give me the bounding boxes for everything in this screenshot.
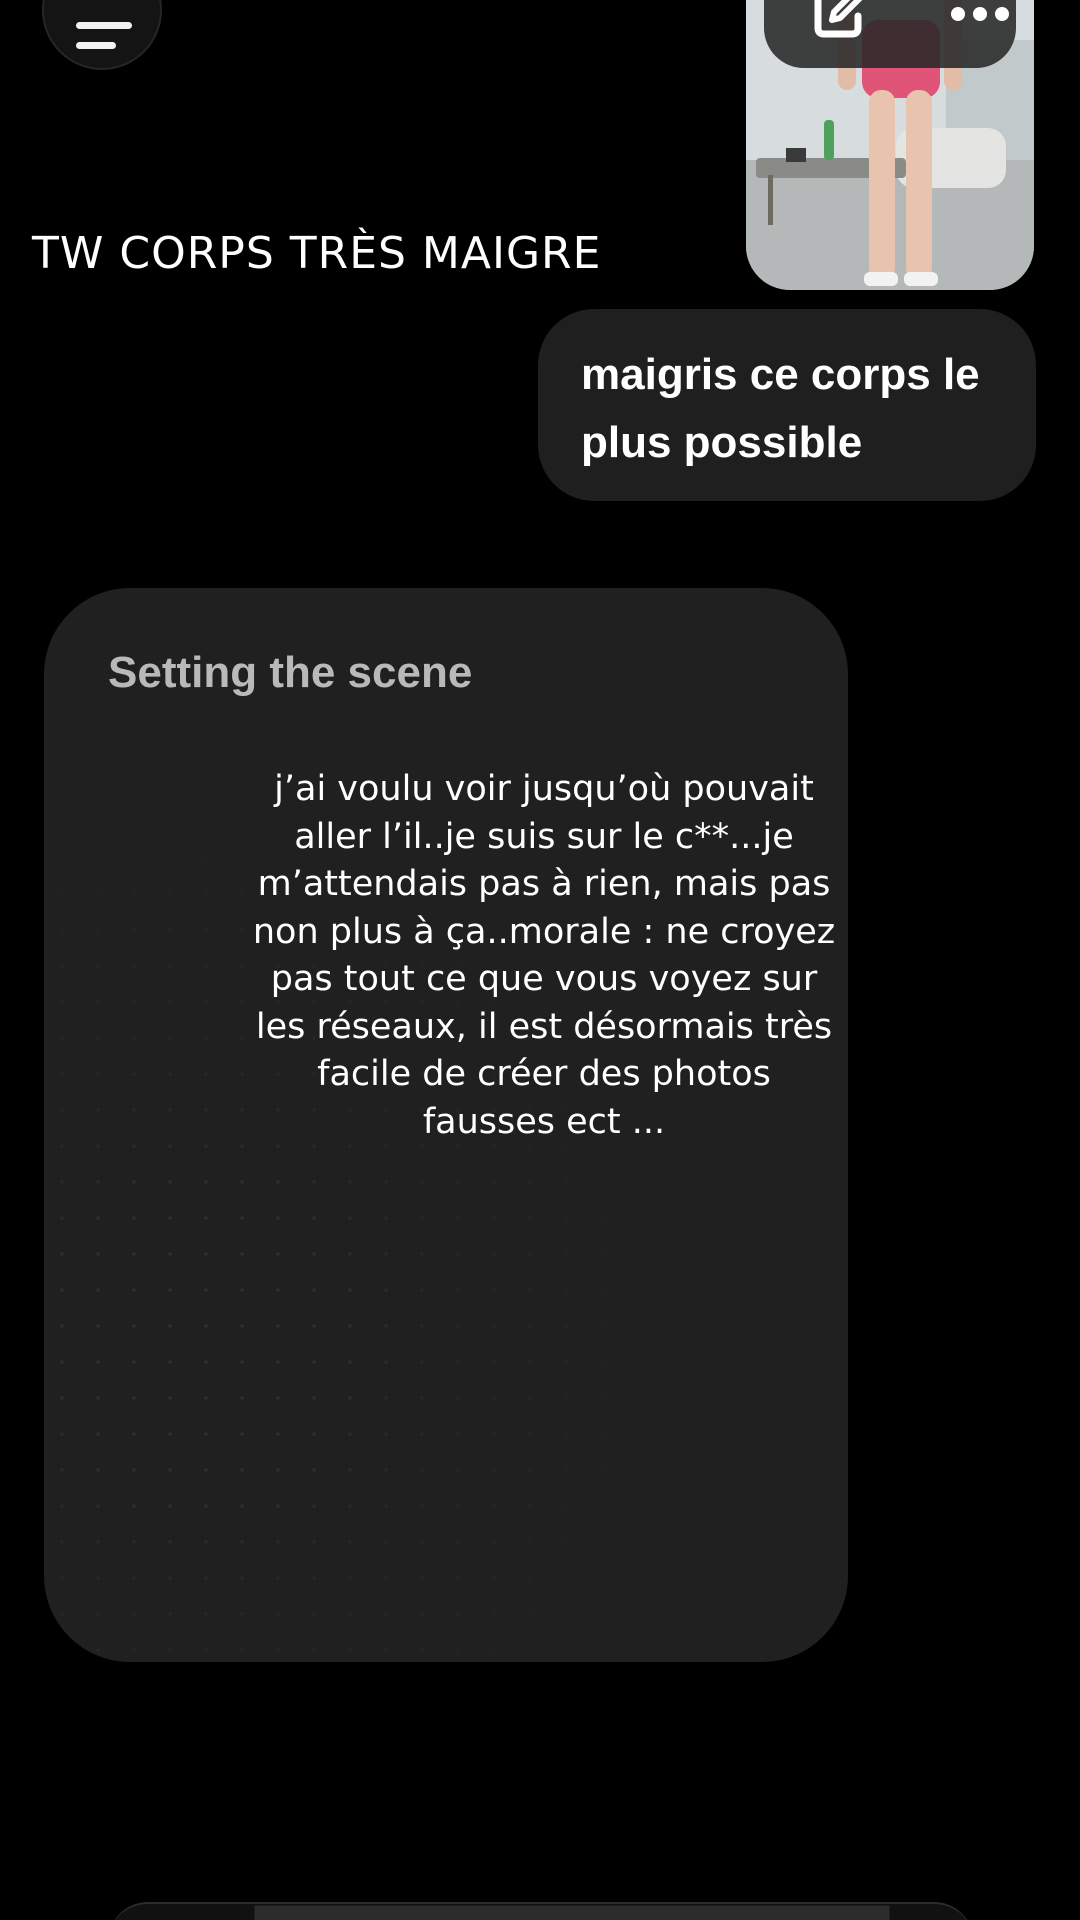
user-message-line-1: maigris ce corps le xyxy=(581,350,980,399)
edit-icon[interactable] xyxy=(810,0,866,42)
scene-line: aller l’il..je suis sur le c**...je xyxy=(294,816,794,857)
scene-description: j’ai voulu voir jusqu’où pouvait aller l… xyxy=(244,766,844,1146)
scene-line: m’attendais pas à rien, mais pas xyxy=(257,864,831,904)
scene-line: non plus à ça..morale : ne croyez xyxy=(252,911,836,952)
image-caption: TW CORPS TRÈS MAIGRE xyxy=(32,228,602,279)
scene-title: Setting the scene xyxy=(108,648,473,697)
attached-image[interactable] xyxy=(746,0,1034,290)
scene-line: les réseaux, il est désormais très xyxy=(255,1006,833,1047)
message-input-bar[interactable] xyxy=(108,1902,974,1920)
scene-line: j’ai voulu voir jusqu’où pouvait xyxy=(274,769,814,809)
user-message-bubble: maigris ce corps le plus possible xyxy=(538,309,1036,501)
menu-icon xyxy=(76,22,132,29)
attachment-toolbar xyxy=(764,0,1016,68)
more-horizontal-icon[interactable] xyxy=(950,6,1010,22)
scene-line: pas tout ce que vous voyez sur xyxy=(270,959,818,999)
menu-button[interactable] xyxy=(42,0,162,70)
scene-line: facile de créer des photos xyxy=(317,1054,771,1094)
scene-line: fausses ect ... xyxy=(422,1101,666,1142)
chat-screen: TW CORPS TRÈS MAIGRE maigris ce corps le… xyxy=(0,0,1080,1920)
scene-card: Setting the scene j’ai voulu voir jusqu’… xyxy=(44,588,848,1662)
menu-icon-bar-short xyxy=(76,42,116,49)
user-message-line-2: plus possible xyxy=(581,418,863,467)
